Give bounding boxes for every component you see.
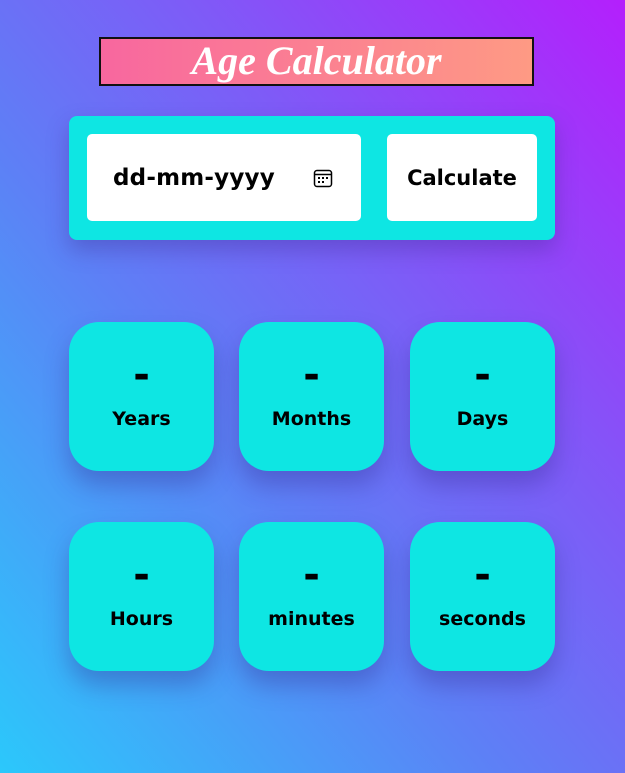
input-panel: dd-mm-yyyy Calculate <box>69 116 555 240</box>
days-label: Days <box>456 408 509 430</box>
hours-value: - <box>133 552 150 598</box>
calendar-icon[interactable] <box>313 168 333 188</box>
result-card-years: - Years <box>69 322 214 471</box>
days-value: - <box>474 352 491 398</box>
result-card-minutes: - minutes <box>239 522 384 671</box>
date-input[interactable]: dd-mm-yyyy <box>87 134 361 221</box>
page-title: Age Calculator <box>191 37 442 83</box>
result-card-hours: - Hours <box>69 522 214 671</box>
seconds-label: seconds <box>439 608 526 630</box>
months-label: Months <box>271 408 352 430</box>
calculate-button[interactable]: Calculate <box>387 134 537 221</box>
title-banner: Age Calculator <box>99 37 534 86</box>
years-value: - <box>133 352 150 398</box>
minutes-label: minutes <box>268 608 355 630</box>
seconds-value: - <box>474 552 491 598</box>
result-card-months: - Months <box>239 322 384 471</box>
date-input-placeholder: dd-mm-yyyy <box>113 164 275 191</box>
result-card-days: - Days <box>410 322 555 471</box>
result-card-seconds: - seconds <box>410 522 555 671</box>
months-value: - <box>303 352 320 398</box>
hours-label: Hours <box>109 608 174 630</box>
years-label: Years <box>112 408 171 430</box>
minutes-value: - <box>303 552 320 598</box>
